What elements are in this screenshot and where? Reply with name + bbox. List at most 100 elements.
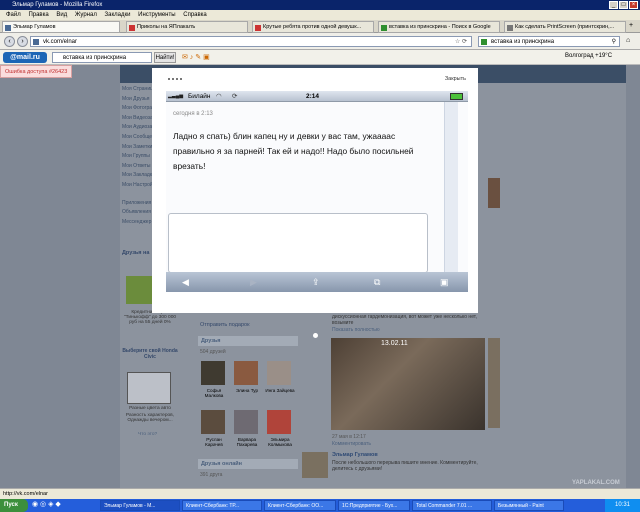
- tab-vk[interactable]: Эльмар Гуламов: [2, 21, 120, 33]
- message-time: сегодня в 2:13: [173, 111, 213, 117]
- friend-name[interactable]: Варвара Пахарева: [232, 437, 262, 447]
- window-titlebar: Эльмар Гуламов - Mozilla Firefox _ □ ×: [0, 0, 640, 10]
- menu-file[interactable]: Файл: [6, 12, 21, 18]
- maximize-button[interactable]: □: [619, 1, 628, 9]
- tab-printscreen[interactable]: Как сделать PrintScreen (принтскрин,...: [504, 21, 626, 33]
- windows-taskbar: Пуск ◉ ◎ ◈ ◆ Эльмар Гуламов - M... Клиен…: [0, 499, 640, 512]
- search-field[interactable]: вставка из принскрина ⚲: [478, 36, 620, 47]
- comment-link[interactable]: Комментировать: [332, 441, 371, 447]
- menu-bookmarks[interactable]: Закладки: [105, 12, 131, 18]
- menubar: Файл Правка Вид Журнал Закладки Инструме…: [0, 10, 640, 20]
- photo-timestamp: 13.02.11: [381, 340, 408, 347]
- menu-history[interactable]: Журнал: [75, 12, 97, 18]
- close-modal-button[interactable]: Закрыть: [445, 76, 466, 82]
- send-gift-link[interactable]: Отправить подарок: [200, 322, 250, 328]
- bookmarks-book-icon[interactable]: ⧉: [374, 272, 380, 292]
- ads-more-link[interactable]: Что это?: [138, 432, 157, 437]
- close-window-button[interactable]: ×: [629, 1, 638, 9]
- mailru-search-text: вставка из принскрина: [63, 55, 127, 61]
- minimize-button[interactable]: _: [609, 1, 618, 9]
- menu-edit[interactable]: Правка: [28, 12, 48, 18]
- mailru-toolbar: @mail.ru вставка из принскрина Найти! ✉ …: [0, 50, 640, 65]
- task-sberbank-1[interactable]: Клиент-Сбербанк: ТР...: [182, 500, 262, 511]
- avatar[interactable]: [234, 361, 258, 385]
- avatar[interactable]: [201, 410, 225, 434]
- iphone-status-bar: ▂▃▄▅ Билайн ◠ ⟳ 2:14: [166, 91, 468, 102]
- ad-text[interactable]: Разность характеров, Однажды вечером...: [120, 413, 180, 423]
- forward-arrow-icon[interactable]: ▶: [250, 272, 257, 292]
- magnifier-icon[interactable]: ⚲: [612, 37, 616, 47]
- ad-title[interactable]: Выберите свой Honda Civic: [120, 348, 180, 360]
- safari-toolbar: ◀ ▶ ⇪ ⧉ ▣: [166, 272, 468, 292]
- car-ad-image[interactable]: [127, 372, 171, 404]
- site-identity-icon: [33, 39, 39, 45]
- reply-box[interactable]: [168, 213, 428, 273]
- menu-tools[interactable]: Инструменты: [138, 12, 175, 18]
- new-tab-button[interactable]: +: [629, 22, 633, 29]
- tab-video[interactable]: Крутые ребята против одной девушк...: [252, 21, 374, 33]
- avatar[interactable]: [201, 361, 225, 385]
- share-icon[interactable]: ⇪: [312, 272, 320, 292]
- mouse-cursor-dot: [313, 333, 318, 338]
- window-title: Эльмар Гуламов - Mozilla Firefox: [12, 2, 103, 8]
- tab-label: вставка из принскрина - Поиск в Google: [389, 24, 491, 30]
- thumbnail-image[interactable]: [488, 338, 500, 428]
- friend-name[interactable]: Эльмира Колмыкова: [265, 437, 295, 447]
- tab-bar: Эльмар Гуламов Приколы на ЯПлакалъ Круты…: [0, 20, 640, 33]
- start-button[interactable]: Пуск: [0, 499, 28, 512]
- message-scrollbar[interactable]: [444, 102, 458, 272]
- task-paint[interactable]: Безымянный - Paint: [494, 500, 564, 511]
- tab-label: Приколы на ЯПлакалъ: [137, 24, 196, 30]
- task-firefox[interactable]: Эльмар Гуламов - M...: [100, 500, 180, 511]
- weather-widget[interactable]: Волгоград +19°C: [565, 53, 612, 59]
- friends-count: 504 друзей: [200, 349, 226, 355]
- online-friends-header: Друзья онлайн: [198, 459, 298, 469]
- menu-view[interactable]: Вид: [56, 12, 67, 18]
- vk-favicon-icon: [5, 25, 11, 31]
- mailru-logo[interactable]: @mail.ru: [3, 52, 47, 63]
- quicklaunch-icons[interactable]: ◉ ◎ ◈ ◆: [32, 500, 61, 508]
- friends-title[interactable]: Друзья: [201, 338, 221, 344]
- sync-icon: ⟳: [232, 93, 238, 100]
- task-1c[interactable]: 1С:Предприятие - Бух...: [338, 500, 410, 511]
- system-clock: 10:31: [605, 499, 640, 512]
- friend-name[interactable]: Софья Малкова: [199, 388, 229, 398]
- carrier-label: Билайн: [188, 93, 211, 100]
- thumbnail-image[interactable]: [488, 178, 500, 208]
- avatar[interactable]: [267, 410, 291, 434]
- task-sberbank-2[interactable]: Клиент-Сбербанк: ОО...: [264, 500, 336, 511]
- friend-name[interactable]: Элина Тур: [232, 388, 262, 393]
- back-arrow-icon[interactable]: ◀: [182, 272, 189, 292]
- show-full-link[interactable]: Показать полностью: [332, 327, 380, 333]
- tab-google[interactable]: вставка из принскрина - Поиск в Google: [378, 21, 500, 33]
- forward-button[interactable]: ›: [17, 36, 28, 47]
- tabs-icon[interactable]: ▣: [440, 272, 449, 292]
- friend-name[interactable]: Инга Зайцева: [265, 388, 295, 393]
- google-favicon-icon: [381, 25, 387, 31]
- avatar[interactable]: [234, 410, 258, 434]
- wall-photo[interactable]: 13.02.11: [331, 338, 485, 430]
- friend-name[interactable]: Руслан Карачев: [199, 437, 229, 447]
- online-friends-title[interactable]: Друзья онлайн: [201, 461, 242, 467]
- url-bar[interactable]: vk.com/elnar ☆ ⟳: [30, 36, 472, 47]
- avatar[interactable]: [302, 452, 328, 478]
- search-text: вставка из принскрина: [491, 39, 555, 45]
- error-popup: Ошибка доступа #26423: [0, 65, 72, 78]
- back-button[interactable]: ‹: [4, 36, 15, 47]
- home-icon[interactable]: ⌂: [626, 37, 630, 44]
- google-search-icon: [481, 39, 487, 45]
- mailru-tool-icons[interactable]: ✉ ♪ ✎ ▣: [182, 53, 210, 61]
- wall-post-text: дискуссионная гардемонизация, вот может …: [332, 314, 477, 326]
- avatar[interactable]: [267, 361, 291, 385]
- task-total-commander[interactable]: Total Commander 7.01 ...: [412, 500, 492, 511]
- phone-clock: 2:14: [306, 93, 320, 100]
- url-text: vk.com/elnar: [43, 39, 78, 45]
- status-bar: http://vk.com/elnar: [0, 488, 640, 499]
- tab-yaplakal[interactable]: Приколы на ЯПлакалъ: [126, 21, 248, 33]
- mailru-search-input[interactable]: вставка из принскрина: [52, 52, 152, 63]
- ad-caption: Разные цвета авто: [129, 406, 171, 411]
- post-author[interactable]: Эльмар Гуламов: [332, 452, 378, 458]
- bookmark-star-icon[interactable]: ☆ ⟳: [455, 37, 467, 47]
- menu-help[interactable]: Справка: [183, 12, 207, 18]
- find-button[interactable]: Найти!: [154, 52, 176, 63]
